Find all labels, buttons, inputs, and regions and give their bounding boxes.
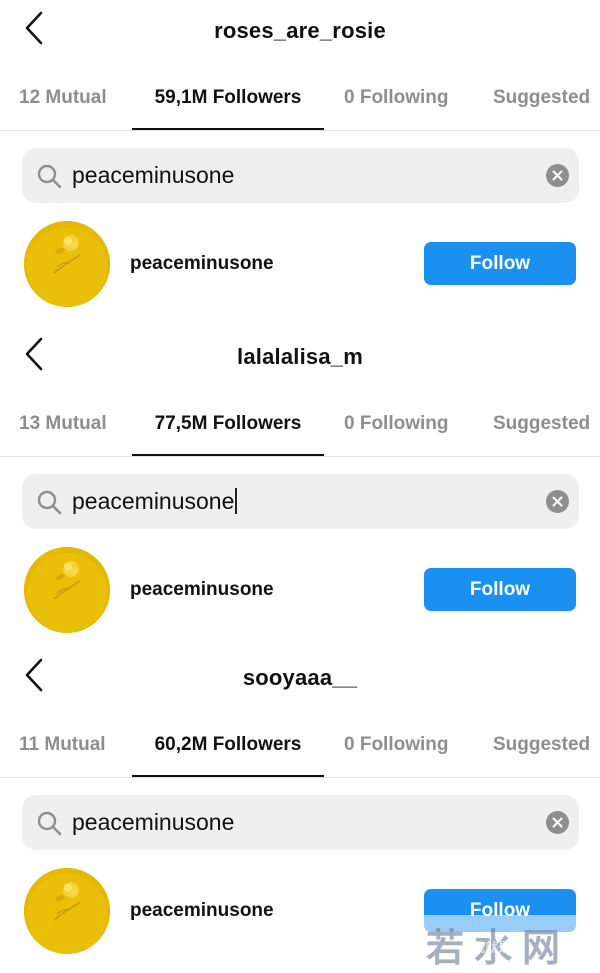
profile-username: sooyaaa__ xyxy=(242,665,358,690)
tab-bar: 11 Mutual 60,2M Followers 0 Following Su… xyxy=(0,725,600,778)
search-icon xyxy=(37,811,62,836)
search-input[interactable]: peaceminusone xyxy=(72,809,234,836)
profile-username: roses_are_rosie xyxy=(214,18,386,43)
search-bar[interactable]: peaceminusone xyxy=(22,148,579,203)
clear-icon[interactable] xyxy=(546,490,569,513)
avatar[interactable] xyxy=(24,221,110,307)
search-input-text: peaceminusone xyxy=(72,488,235,514)
tab-suggested[interactable]: Suggested xyxy=(493,78,590,130)
list-item: peaceminusone Follow xyxy=(0,865,600,957)
tab-suggested[interactable]: Suggested xyxy=(493,725,590,777)
avatar[interactable] xyxy=(24,547,110,633)
follow-button[interactable]: Follow xyxy=(424,242,576,285)
tab-bar: 12 Mutual 59,1M Followers 0 Following Su… xyxy=(0,78,600,131)
followers-panel-1: roses_are_rosie 12 Mutual 59,1M Follower… xyxy=(0,0,600,326)
tab-following[interactable]: 0 Following xyxy=(344,404,449,456)
tab-following[interactable]: 0 Following xyxy=(344,78,449,130)
tab-followers[interactable]: 77,5M Followers xyxy=(132,404,324,456)
profile-username: lalalalisa_m xyxy=(237,344,363,369)
tab-following[interactable]: 0 Following xyxy=(344,725,449,777)
follow-button[interactable]: Follow xyxy=(424,889,576,932)
search-bar[interactable]: peaceminusone xyxy=(22,474,579,529)
follow-button[interactable]: Follow xyxy=(424,568,576,611)
tab-mutual[interactable]: 13 Mutual xyxy=(19,404,107,456)
tab-followers[interactable]: 60,2M Followers xyxy=(132,725,324,777)
clear-icon[interactable] xyxy=(546,811,569,834)
avatar[interactable] xyxy=(24,868,110,954)
search-icon xyxy=(37,490,62,515)
result-username[interactable]: peaceminusone xyxy=(130,900,274,922)
yellow-rose-icon xyxy=(24,221,110,307)
result-username[interactable]: peaceminusone xyxy=(130,579,274,601)
search-input[interactable]: peaceminusone xyxy=(72,162,234,189)
clear-icon[interactable] xyxy=(546,164,569,187)
yellow-rose-icon xyxy=(24,547,110,633)
tab-followers[interactable]: 59,1M Followers xyxy=(132,78,324,130)
followers-panel-2: lalalalisa_m 13 Mutual 77,5M Followers 0… xyxy=(0,326,600,652)
yellow-rose-icon xyxy=(24,868,110,954)
text-cursor xyxy=(235,488,238,514)
tab-mutual[interactable]: 12 Mutual xyxy=(19,78,107,130)
followers-panel-3: sooyaaa__ 11 Mutual 60,2M Followers 0 Fo… xyxy=(0,647,600,973)
search-bar[interactable]: peaceminusone xyxy=(22,795,579,850)
tab-bar: 13 Mutual 77,5M Followers 0 Following Su… xyxy=(0,404,600,457)
search-input[interactable]: peaceminusone xyxy=(72,488,238,515)
search-icon xyxy=(37,164,62,189)
list-item: peaceminusone Follow xyxy=(0,544,600,636)
tab-suggested[interactable]: Suggested xyxy=(493,404,590,456)
tab-mutual[interactable]: 11 Mutual xyxy=(19,725,106,777)
result-username[interactable]: peaceminusone xyxy=(130,253,274,275)
list-item: peaceminusone Follow xyxy=(0,218,600,310)
